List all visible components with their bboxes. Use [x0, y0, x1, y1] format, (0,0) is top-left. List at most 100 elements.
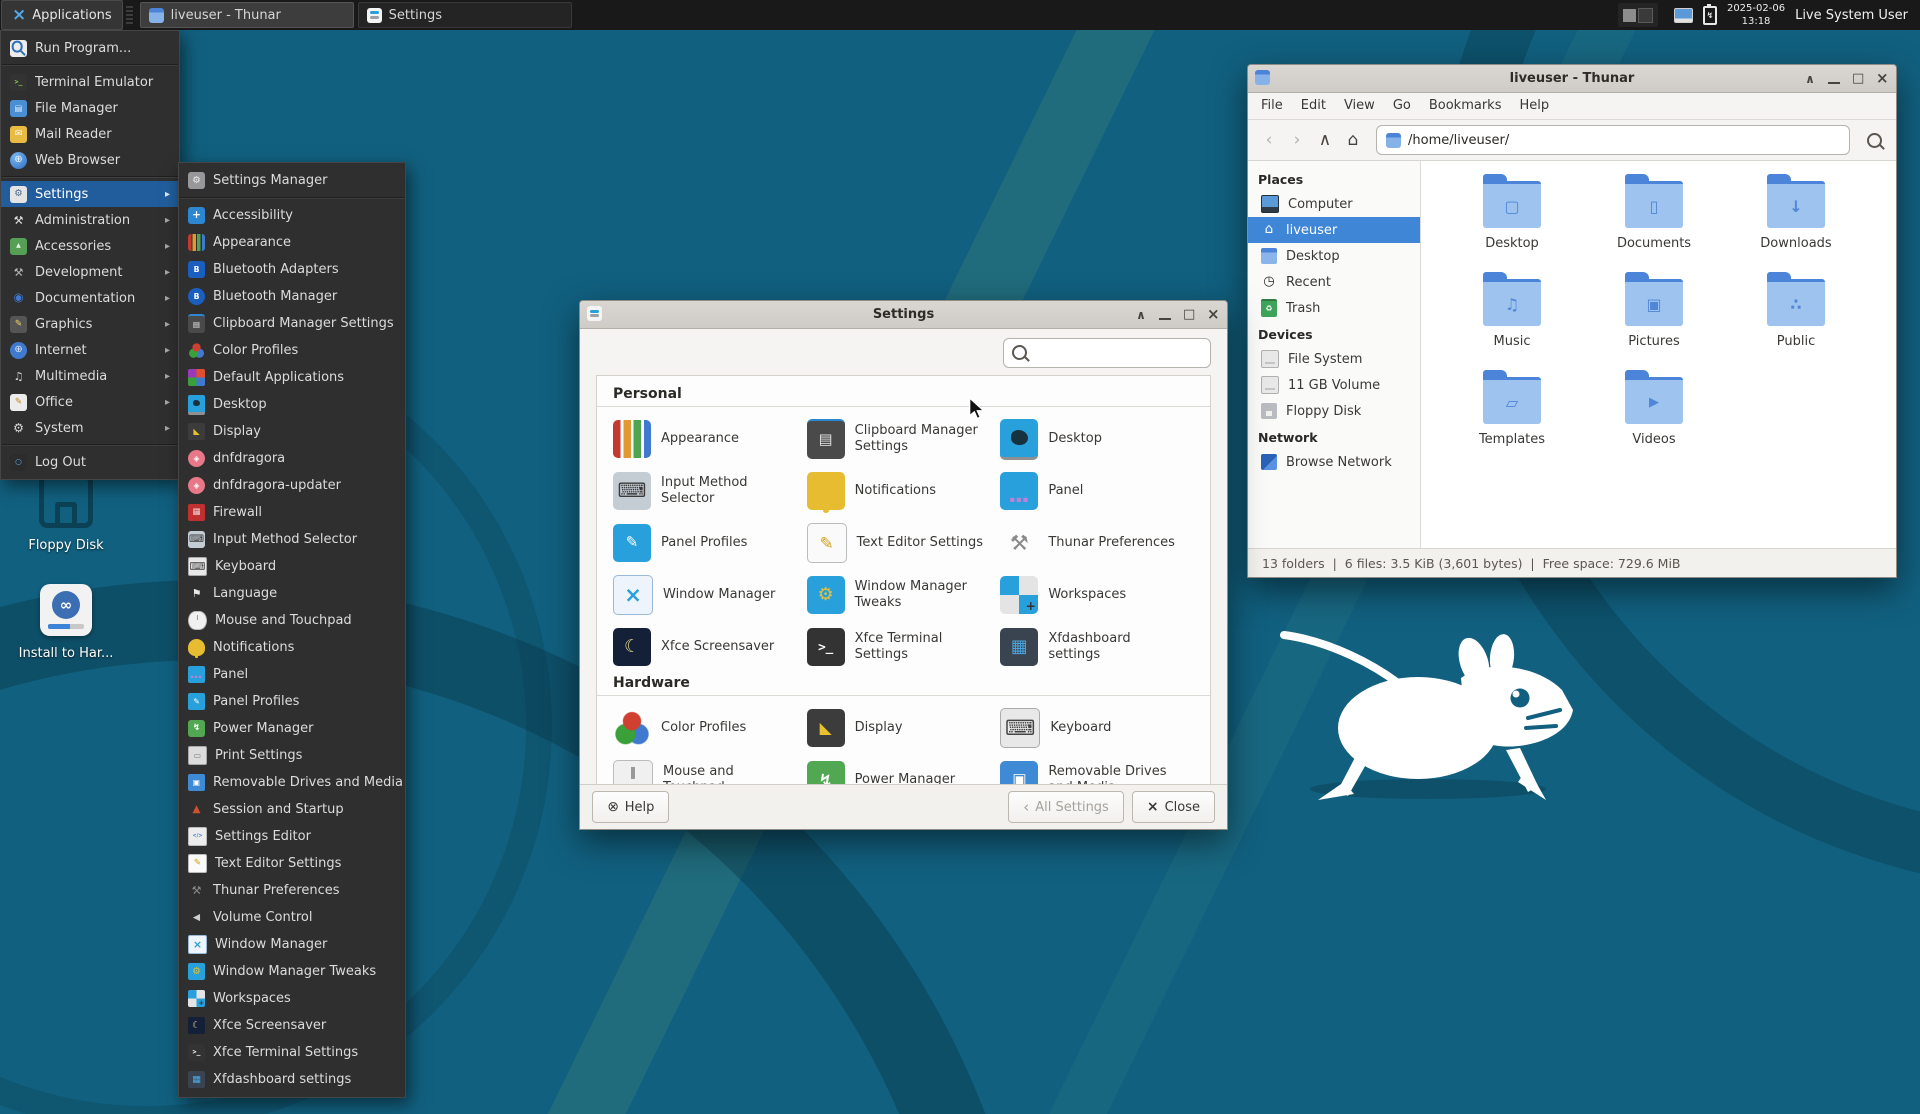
- submenu-item[interactable]: Xfdashboard settings: [179, 1066, 405, 1093]
- submenu-item[interactable]: Desktop: [179, 391, 405, 418]
- desktop-icon-floppy[interactable]: Floppy Disk: [14, 474, 118, 553]
- sidebar-device-row[interactable]: 11 GB Volume: [1248, 372, 1420, 398]
- close-icon[interactable]: [1207, 307, 1219, 322]
- settings-tile[interactable]: Notifications: [807, 465, 1001, 517]
- settings-tile[interactable]: Window Manager Tweaks: [807, 569, 1001, 621]
- menu-item[interactable]: Development: [1, 259, 179, 285]
- submenu-item[interactable]: Panel Profiles: [179, 688, 405, 715]
- up-button[interactable]: ∧: [1312, 127, 1338, 153]
- file-item[interactable]: Downloads: [1725, 173, 1867, 271]
- settings-tile[interactable]: Xfce Screensaver: [613, 621, 807, 673]
- search-button[interactable]: [1860, 126, 1888, 154]
- close-button[interactable]: Close: [1132, 791, 1215, 823]
- submenu-item[interactable]: Session and Startup: [179, 796, 405, 823]
- menu-item[interactable]: Office: [1, 389, 179, 415]
- menubar-item[interactable]: Bookmarks: [1420, 93, 1511, 119]
- settings-tile[interactable]: Appearance: [613, 413, 807, 465]
- submenu-item[interactable]: Firewall: [179, 499, 405, 526]
- sidebar-device-row[interactable]: File System: [1248, 346, 1420, 372]
- submenu-item[interactable]: Bluetooth Adapters: [179, 256, 405, 283]
- file-item[interactable]: Videos: [1583, 369, 1725, 467]
- submenu-item[interactable]: Input Method Selector: [179, 526, 405, 553]
- workspace-switcher[interactable]: [1618, 3, 1658, 27]
- menubar-item[interactable]: Help: [1510, 93, 1558, 119]
- thunar-titlebar[interactable]: liveuser - Thunar: [1248, 65, 1896, 93]
- file-item[interactable]: Pictures: [1583, 271, 1725, 369]
- panel-clock[interactable]: 2025-02-06 13:18: [1727, 2, 1785, 28]
- menu-item[interactable]: File Manager: [1, 95, 179, 121]
- submenu-item[interactable]: Settings Editor: [179, 823, 405, 850]
- sidebar-place-row[interactable]: liveuser: [1248, 217, 1420, 243]
- submenu-item[interactable]: Mouse and Touchpad: [179, 607, 405, 634]
- submenu-item[interactable]: Print Settings: [179, 742, 405, 769]
- settings-tile[interactable]: Xfdashboard settings: [1000, 621, 1194, 673]
- menu-item[interactable]: Internet: [1, 337, 179, 363]
- file-item[interactable]: Desktop: [1441, 173, 1583, 271]
- path-bar[interactable]: /home/liveuser/: [1376, 125, 1850, 155]
- file-item[interactable]: Public: [1725, 271, 1867, 369]
- settings-tile[interactable]: Input Method Selector: [613, 465, 807, 517]
- submenu-item[interactable]: Thunar Preferences: [179, 877, 405, 904]
- settings-titlebar[interactable]: Settings: [580, 301, 1227, 329]
- minimize-icon[interactable]: [1828, 73, 1840, 84]
- sidebar-place-row[interactable]: Computer: [1248, 191, 1420, 217]
- submenu-item[interactable]: Volume Control: [179, 904, 405, 931]
- maximize-icon[interactable]: [1852, 72, 1864, 85]
- settings-tile[interactable]: Window Manager: [613, 569, 807, 621]
- submenu-item[interactable]: Appearance: [179, 229, 405, 256]
- menu-item[interactable]: Administration: [1, 207, 179, 233]
- display-tray-icon[interactable]: [1674, 8, 1693, 23]
- menu-item[interactable]: Settings: [1, 181, 179, 207]
- sidebar-place-row[interactable]: Trash: [1248, 295, 1420, 321]
- taskbar-button[interactable]: liveuser - Thunar: [140, 2, 354, 28]
- submenu-item[interactable]: dnfdragora: [179, 445, 405, 472]
- settings-tile[interactable]: Keyboard: [1000, 702, 1194, 754]
- workspace-2[interactable]: [1638, 8, 1653, 23]
- settings-tile[interactable]: Panel Profiles: [613, 517, 807, 569]
- settings-tile[interactable]: Color Profiles: [613, 702, 807, 754]
- submenu-item[interactable]: Keyboard: [179, 553, 405, 580]
- applications-button[interactable]: × Applications: [1, 0, 123, 30]
- submenu-item[interactable]: Xfce Screensaver: [179, 1012, 405, 1039]
- menu-item[interactable]: Log Out: [1, 449, 179, 475]
- menubar-item[interactable]: File: [1252, 93, 1292, 119]
- file-item[interactable]: Documents: [1583, 173, 1725, 271]
- settings-tile[interactable]: Panel: [1000, 465, 1194, 517]
- all-settings-button[interactable]: All Settings: [1008, 791, 1124, 823]
- menu-item[interactable]: Accessories: [1, 233, 179, 259]
- menu-item[interactable]: Documentation: [1, 285, 179, 311]
- taskbar-button[interactable]: Settings: [358, 2, 572, 28]
- menu-item[interactable]: Multimedia: [1, 363, 179, 389]
- menubar-item[interactable]: View: [1335, 93, 1384, 119]
- close-icon[interactable]: [1876, 71, 1888, 86]
- desktop-icon-installer[interactable]: ∞ Install to Har...: [14, 584, 118, 661]
- submenu-item[interactable]: Notifications: [179, 634, 405, 661]
- file-item[interactable]: Templates: [1441, 369, 1583, 467]
- battery-icon[interactable]: [1703, 6, 1717, 25]
- settings-tile[interactable]: Text Editor Settings: [807, 517, 1001, 569]
- settings-tile[interactable]: Display: [807, 702, 1001, 754]
- submenu-item[interactable]: Power Manager: [179, 715, 405, 742]
- settings-search-input[interactable]: [1003, 338, 1211, 368]
- menu-item[interactable]: Web Browser: [1, 147, 179, 173]
- submenu-item[interactable]: Workspaces: [179, 985, 405, 1012]
- sidebar-network-row[interactable]: Browse Network: [1248, 449, 1420, 475]
- submenu-item[interactable]: Clipboard Manager Settings: [179, 310, 405, 337]
- submenu-item[interactable]: Default Applications: [179, 364, 405, 391]
- submenu-item[interactable]: Removable Drives and Media: [179, 769, 405, 796]
- menu-item[interactable]: Terminal Emulator: [1, 69, 179, 95]
- help-button[interactable]: Help: [592, 791, 669, 823]
- sidebar-place-row[interactable]: Recent: [1248, 269, 1420, 295]
- settings-tile[interactable]: Desktop: [1000, 413, 1194, 465]
- submenu-item[interactable]: Window Manager: [179, 931, 405, 958]
- forward-button[interactable]: ›: [1284, 127, 1310, 153]
- submenu-item[interactable]: Language: [179, 580, 405, 607]
- settings-tile[interactable]: Clipboard Manager Settings: [807, 413, 1001, 465]
- submenu-item[interactable]: Window Manager Tweaks: [179, 958, 405, 985]
- menubar-item[interactable]: Edit: [1292, 93, 1335, 119]
- sidebar-place-row[interactable]: Desktop: [1248, 243, 1420, 269]
- settings-tile[interactable]: Workspaces: [1000, 569, 1194, 621]
- shade-icon[interactable]: [1135, 309, 1147, 321]
- back-button[interactable]: ‹: [1256, 127, 1282, 153]
- submenu-item[interactable]: Text Editor Settings: [179, 850, 405, 877]
